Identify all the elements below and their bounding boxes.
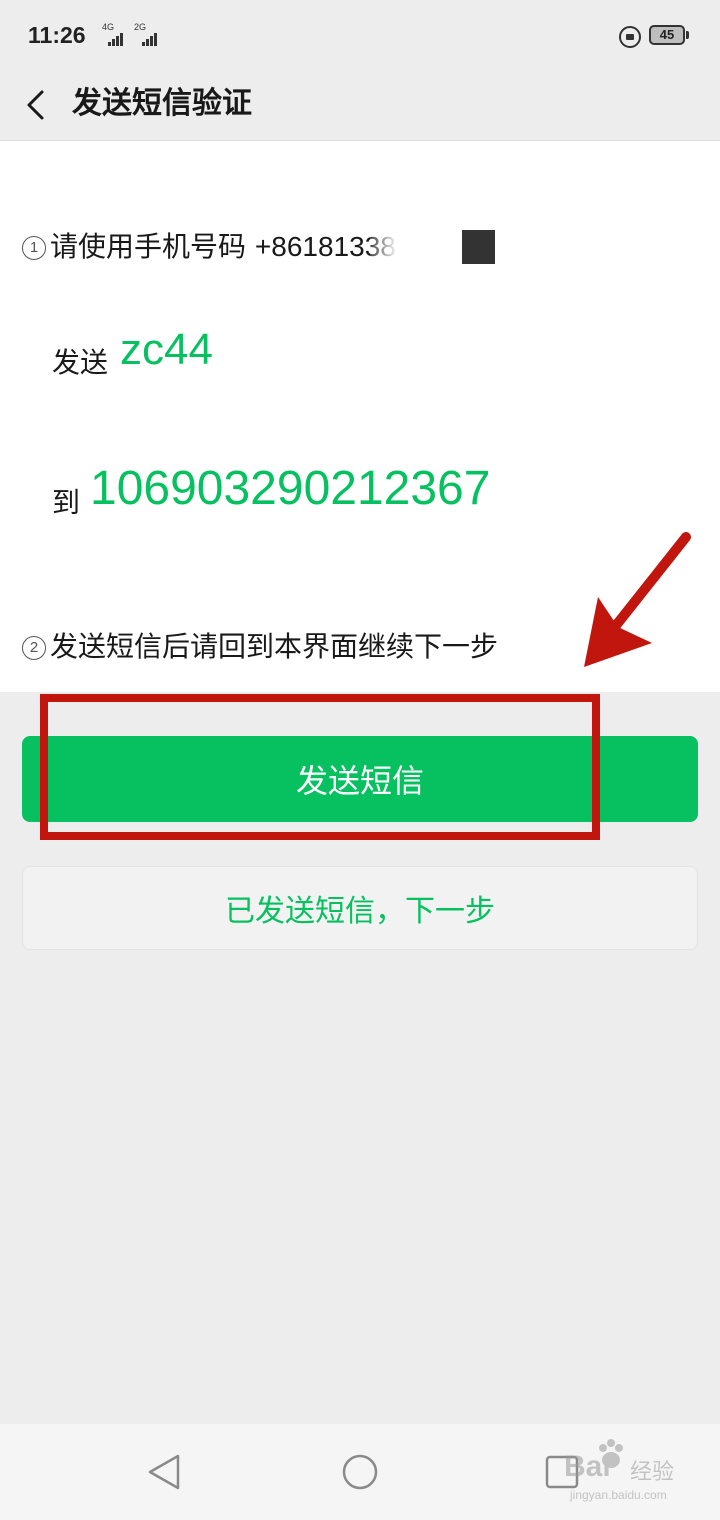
- step-2-text: 发送短信后请回到本界面继续下一步: [50, 630, 499, 663]
- status-bar: 11:26 4G 2G 45: [0, 0, 720, 72]
- battery-icon: 45: [649, 25, 685, 45]
- page-title: 发送短信验证: [72, 86, 252, 121]
- watermark-suffix: 经验: [630, 1460, 675, 1485]
- step-1-prefix: 请使用手机号码: [50, 230, 255, 263]
- annotation-arrow-icon: [584, 532, 691, 667]
- sms-code: zc44: [120, 325, 213, 374]
- status-time: 11:26: [28, 22, 86, 48]
- step-2-number: 2: [22, 636, 46, 660]
- phone-fade: [369, 234, 398, 262]
- watermark-url: jingyan.baidu.com: [570, 1488, 667, 1502]
- baidu-watermark: Bai 经验 jingyan.baidu.com: [530, 1439, 680, 1504]
- triangle-back-icon[interactable]: [142, 1448, 190, 1496]
- system-nav-bar: Bai 经验 jingyan.baidu.com: [0, 1424, 720, 1520]
- signal-4g-icon: 4G: [96, 22, 124, 46]
- step-2-line: 2 发送短信后请回到本界面继续下一步: [22, 625, 498, 665]
- send-sms-button[interactable]: 发送短信: [22, 736, 698, 822]
- watermark-brand: Bai: [564, 1450, 611, 1483]
- to-label: 到: [52, 486, 81, 519]
- step-1-line: 1 请使用手机号码 +86181338: [22, 225, 398, 265]
- header-bar: 发送短信验证: [0, 72, 720, 141]
- send-label: 发送: [52, 346, 109, 379]
- sent-next-button[interactable]: 已发送短信，下一步: [22, 866, 698, 950]
- circle-home-icon[interactable]: [336, 1448, 384, 1496]
- signal-2g-icon: 2G: [130, 22, 158, 46]
- target-sms-number: 106903290212367: [90, 462, 491, 515]
- step-1-number: 1: [22, 236, 46, 260]
- chevron-left-icon[interactable]: [22, 80, 62, 130]
- battery-tip: [686, 31, 689, 39]
- redaction-block: [462, 230, 495, 264]
- rotation-lock-icon: [619, 26, 641, 48]
